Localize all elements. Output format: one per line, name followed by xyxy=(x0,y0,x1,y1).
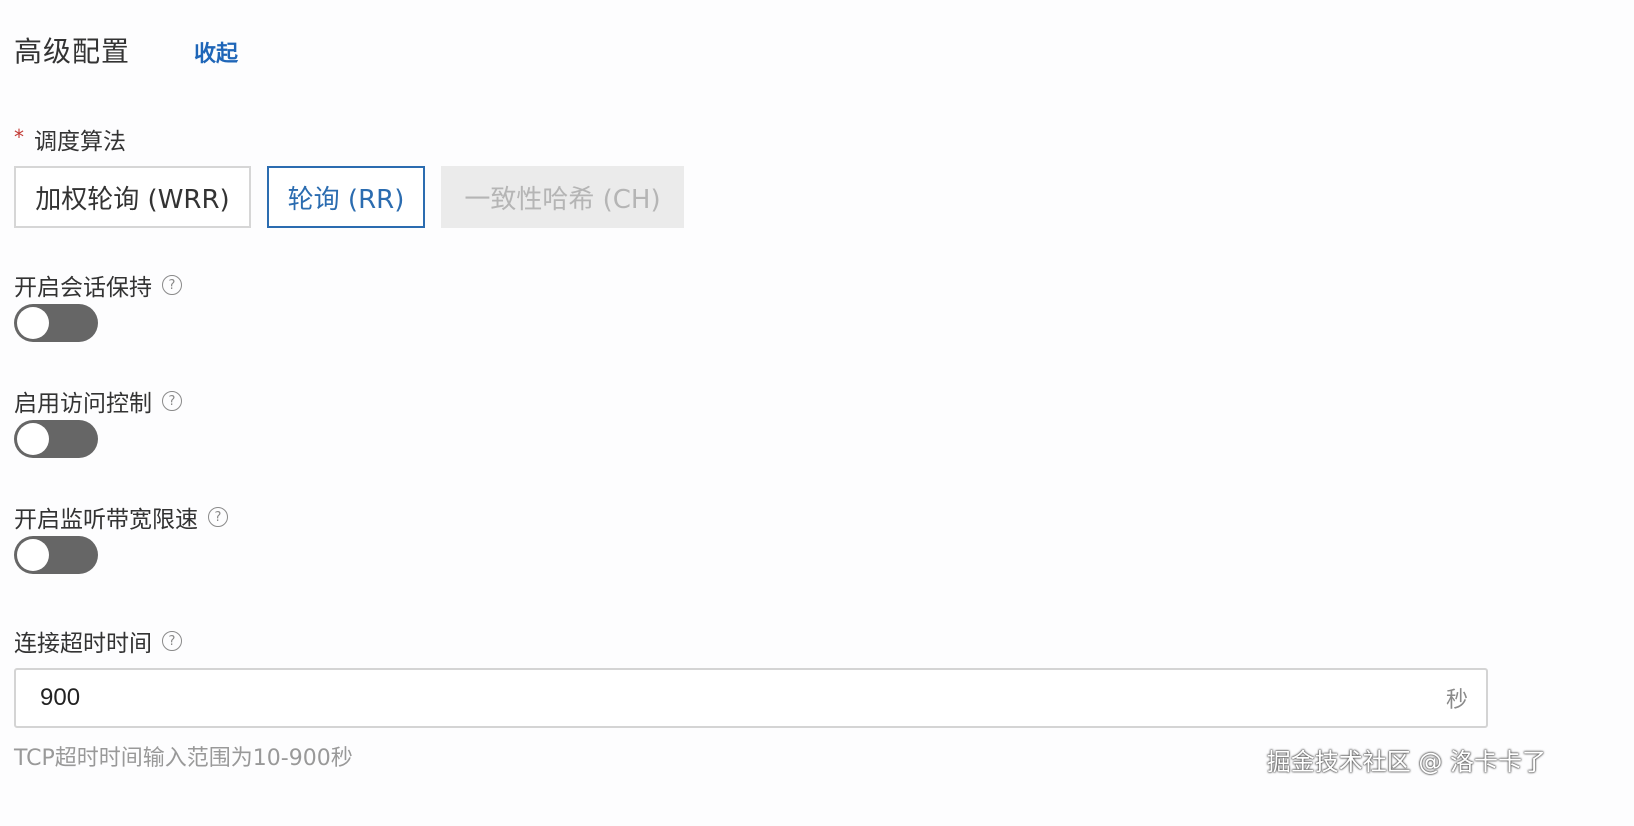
connection-timeout-unit: 秒 xyxy=(1445,688,1468,713)
session-persistence-toggle[interactable] xyxy=(14,304,98,342)
scheduling-algorithm-label: * 调度算法 xyxy=(14,122,126,156)
bandwidth-limit-label: 开启监听带宽限速 ? xyxy=(14,500,228,534)
required-mark: * xyxy=(14,125,24,149)
help-icon[interactable]: ? xyxy=(208,507,228,527)
help-icon[interactable]: ? xyxy=(162,275,182,295)
section-header: 高级配置 xyxy=(14,30,130,70)
toggle-knob xyxy=(17,539,49,571)
section-title: 高级配置 xyxy=(14,35,131,68)
help-icon[interactable]: ? xyxy=(162,631,182,651)
access-control-toggle[interactable] xyxy=(14,420,98,458)
advanced-config-panel: 高级配置 收起 * 调度算法 加权轮询 (WRR) 轮询 (RR) 一致性哈希 … xyxy=(0,0,1634,826)
scheduling-algorithm-text: 调度算法 xyxy=(34,129,126,155)
connection-timeout-input[interactable]: 900 秒 xyxy=(14,668,1488,728)
algorithm-option-rr[interactable]: 轮询 (RR) xyxy=(267,166,425,228)
access-control-label: 启用访问控制 ? xyxy=(14,384,182,418)
toggle-knob xyxy=(17,423,49,455)
toggle-knob xyxy=(17,307,49,339)
algorithm-option-wrr[interactable]: 加权轮询 (WRR) xyxy=(14,166,251,228)
connection-timeout-value[interactable]: 900 xyxy=(40,684,80,712)
watermark: 掘金技术社区 @ 洛卡卡了 xyxy=(1266,748,1546,776)
connection-timeout-hint: TCP超时时间输入范围为10-900秒 xyxy=(14,746,353,771)
algorithm-option-ch: 一致性哈希 (CH) xyxy=(441,166,684,228)
connection-timeout-label: 连接超时时间 ? xyxy=(14,624,182,658)
help-icon[interactable]: ? xyxy=(162,391,182,411)
bandwidth-limit-toggle[interactable] xyxy=(14,536,98,574)
collapse-link[interactable]: 收起 xyxy=(194,36,238,68)
session-persistence-text: 开启会话保持 xyxy=(14,275,152,301)
session-persistence-label: 开启会话保持 ? xyxy=(14,268,182,302)
scheduling-algorithm-group: 加权轮询 (WRR) 轮询 (RR) 一致性哈希 (CH) xyxy=(14,166,700,228)
bandwidth-limit-text: 开启监听带宽限速 xyxy=(14,507,198,533)
connection-timeout-text: 连接超时时间 xyxy=(14,631,152,657)
access-control-text: 启用访问控制 xyxy=(14,391,152,417)
